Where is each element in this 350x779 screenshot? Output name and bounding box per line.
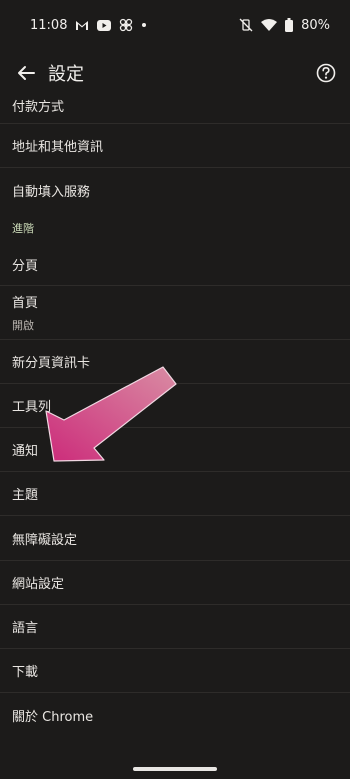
settings-item-label: 網站設定 bbox=[12, 577, 65, 592]
settings-item-autofill[interactable]: 自動填入服務 bbox=[0, 168, 350, 212]
settings-item-site-settings[interactable]: 網站設定 bbox=[0, 561, 350, 605]
back-arrow-icon bbox=[18, 66, 35, 80]
settings-item-label: 工具列 bbox=[12, 400, 52, 415]
youtube-icon bbox=[97, 19, 112, 31]
settings-item-label: 無障礙設定 bbox=[12, 532, 78, 548]
settings-item-toolbar[interactable]: 工具列 bbox=[0, 384, 350, 428]
settings-item-homepage[interactable]: 首頁 開啟 bbox=[0, 286, 350, 340]
settings-item-label: 下載 bbox=[12, 665, 39, 680]
settings-item-payment-methods[interactable]: 付款方式 bbox=[0, 96, 350, 124]
settings-item-label: 分頁 bbox=[12, 259, 39, 274]
settings-item-label: 通知 bbox=[12, 444, 39, 459]
gesture-nav-handle[interactable] bbox=[133, 767, 217, 771]
settings-item-label: 付款方式 bbox=[12, 100, 65, 115]
settings-item-label: 主題 bbox=[12, 488, 39, 503]
fan-icon bbox=[119, 18, 133, 32]
settings-item-label: 新分頁資訊卡 bbox=[12, 356, 91, 371]
settings-item-label: 自動填入服務 bbox=[12, 184, 91, 200]
vibrate-off-icon bbox=[239, 18, 253, 32]
section-header-advanced: 進階 bbox=[12, 222, 34, 235]
status-right: 80% bbox=[239, 18, 330, 33]
settings-item-theme[interactable]: 主題 bbox=[0, 472, 350, 516]
settings-item-tabs[interactable]: 分頁 bbox=[0, 244, 350, 286]
settings-item-downloads[interactable]: 下載 bbox=[0, 649, 350, 693]
status-time: 11:08 bbox=[30, 17, 68, 33]
settings-item-label: 關於 Chrome bbox=[12, 709, 94, 725]
app-bar: 設定 bbox=[0, 50, 350, 96]
settings-item-accessibility[interactable]: 無障礙設定 bbox=[0, 516, 350, 561]
settings-list: 付款方式 地址和其他資訊 自動填入服務 進階 分頁 首頁 開啟 新分頁資訊卡 工… bbox=[0, 96, 350, 737]
help-button[interactable] bbox=[314, 61, 338, 85]
settings-item-languages[interactable]: 語言 bbox=[0, 605, 350, 649]
wifi-icon bbox=[261, 19, 278, 31]
settings-item-about-chrome[interactable]: 關於 Chrome bbox=[0, 693, 350, 737]
page-title: 設定 bbox=[48, 64, 84, 85]
settings-item-addresses[interactable]: 地址和其他資訊 bbox=[0, 124, 350, 168]
settings-item-summary: 開啟 bbox=[12, 319, 34, 332]
settings-item-label: 語言 bbox=[12, 621, 39, 636]
status-bar: 11:08 80% bbox=[0, 0, 350, 50]
battery-icon bbox=[285, 18, 294, 32]
help-icon bbox=[316, 63, 336, 83]
settings-item-label: 地址和其他資訊 bbox=[12, 140, 104, 155]
status-left: 11:08 bbox=[30, 18, 147, 33]
settings-item-label: 首頁 bbox=[12, 296, 39, 311]
back-button[interactable] bbox=[12, 59, 40, 87]
settings-item-new-tab-cards[interactable]: 新分頁資訊卡 bbox=[0, 340, 350, 384]
battery-percent: 80% bbox=[301, 17, 330, 33]
dot-icon bbox=[141, 22, 147, 28]
gmail-icon bbox=[75, 20, 89, 31]
settings-item-notifications[interactable]: 通知 bbox=[0, 428, 350, 472]
